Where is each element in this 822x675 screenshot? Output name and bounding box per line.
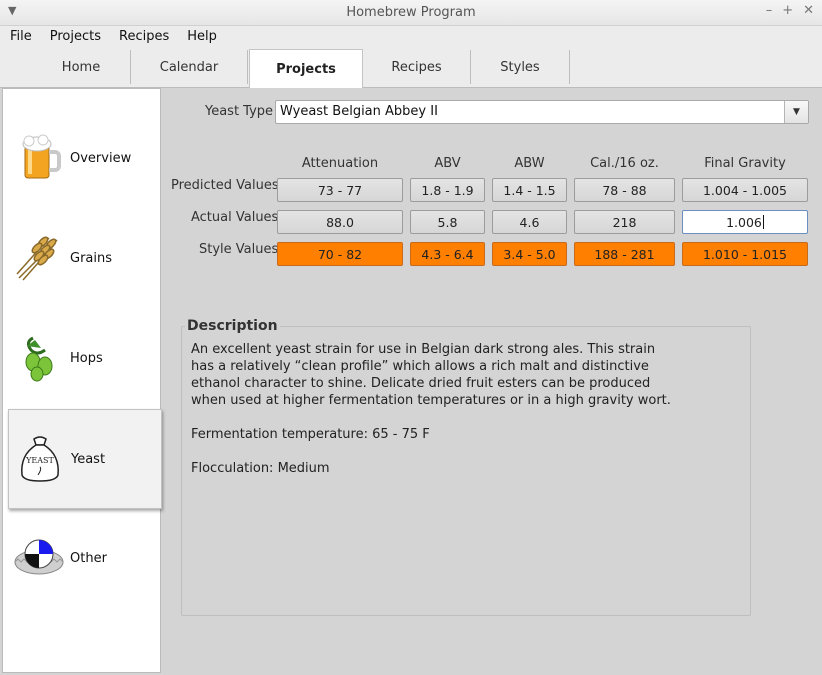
tab-styles[interactable]: Styles [471, 50, 570, 84]
yeast-type-label: Yeast Type [205, 104, 274, 119]
predicted-calories: 78 - 88 [574, 178, 675, 202]
actual-attenuation: 88.0 [277, 210, 403, 234]
style-final-gravity: 1.010 - 1.015 [682, 242, 808, 266]
chevron-down-icon[interactable]: ▼ [784, 101, 808, 123]
tab-calendar[interactable]: Calendar [131, 50, 248, 84]
maximize-icon[interactable]: + [782, 3, 793, 18]
menu-projects[interactable]: Projects [50, 29, 101, 44]
menu-bar: File Projects Recipes Help [0, 26, 822, 46]
menu-help[interactable]: Help [187, 29, 217, 44]
sidebar-item-label: Hops [70, 350, 103, 366]
beer-mug-icon [22, 134, 61, 179]
yeast-type-select[interactable]: Wyeast Belgian Abbey II ▼ [275, 100, 809, 124]
style-calories: 188 - 281 [574, 242, 675, 266]
description-paragraph: An excellent yeast strain for use in Bel… [191, 342, 671, 408]
predicted-attenuation: 73 - 77 [277, 178, 403, 202]
column-header-abw: ABW [514, 156, 545, 171]
flocculation: Flocculation: Medium [191, 461, 330, 476]
tab-recipes[interactable]: Recipes [363, 50, 471, 84]
style-attenuation: 70 - 82 [277, 242, 403, 266]
close-icon[interactable]: ✕ [803, 3, 814, 18]
row-label-actual: Actual Values [191, 210, 279, 225]
actual-calories: 218 [574, 210, 675, 234]
actual-final-gravity-input[interactable]: 1.006 [682, 210, 808, 234]
tab-projects[interactable]: Projects [249, 49, 363, 88]
wheat-icon [16, 236, 58, 281]
actual-final-gravity-value: 1.006 [726, 214, 762, 230]
description-title: Description [185, 318, 280, 334]
sidebar-item-other[interactable]: Other [3, 508, 161, 608]
sidebar-item-yeast[interactable]: YEAST Yeast [8, 409, 162, 509]
predicted-abv: 1.8 - 1.9 [410, 178, 485, 202]
fermentation-temperature: Fermentation temperature: 65 - 75 F [191, 427, 430, 442]
sidebar-item-hops[interactable]: Hops [3, 308, 161, 408]
description-text: An excellent yeast strain for use in Bel… [191, 341, 671, 494]
column-header-calories: Cal./16 oz. [590, 156, 659, 171]
sidebar-item-label: Other [70, 550, 107, 566]
yeast-panel: Yeast Type Wyeast Belgian Abbey II ▼ Att… [161, 88, 822, 675]
minimize-icon[interactable]: – [766, 3, 773, 18]
sidebar: Overview Grains Hops YEAST Yeast Other [2, 88, 162, 673]
style-abv: 4.3 - 6.4 [410, 242, 485, 266]
window-title: Homebrew Program [346, 5, 476, 20]
bottle-cap-icon [14, 539, 64, 575]
menu-recipes[interactable]: Recipes [119, 29, 169, 44]
actual-abw: 4.6 [492, 210, 567, 234]
column-header-abv: ABV [434, 156, 461, 171]
predicted-abw: 1.4 - 1.5 [492, 178, 567, 202]
predicted-final-gravity: 1.004 - 1.005 [682, 178, 808, 202]
row-label-predicted: Predicted Values [171, 178, 279, 193]
svg-text:YEAST: YEAST [25, 456, 54, 465]
tab-home[interactable]: Home [32, 50, 131, 84]
sidebar-item-overview[interactable]: Overview [3, 108, 161, 208]
title-bar: ▼ Homebrew Program – + ✕ [0, 0, 822, 26]
sidebar-item-label: Yeast [71, 451, 106, 467]
column-header-attenuation: Attenuation [301, 156, 379, 171]
menu-file[interactable]: File [10, 29, 32, 44]
sidebar-item-label: Overview [70, 150, 132, 166]
row-label-style: Style Values [199, 242, 279, 257]
sidebar-item-grains[interactable]: Grains [3, 208, 161, 308]
yeast-bag-icon: YEAST [21, 436, 59, 482]
style-abw: 3.4 - 5.0 [492, 242, 567, 266]
sidebar-item-label: Grains [70, 250, 113, 266]
tab-bar: Home Calendar Projects Recipes Styles [0, 46, 822, 88]
actual-abv: 5.8 [410, 210, 485, 234]
yeast-type-value: Wyeast Belgian Abbey II [280, 104, 438, 119]
column-header-final-gravity: Final Gravity [704, 156, 786, 171]
hops-icon [25, 336, 53, 382]
